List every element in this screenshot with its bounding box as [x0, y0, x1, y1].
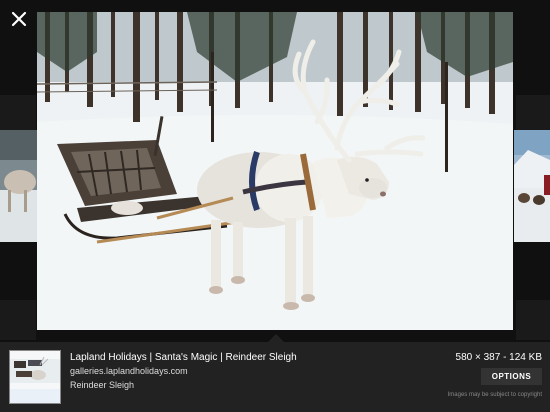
main-image-reindeer-sleigh: [37, 12, 513, 330]
next-image-thumbnail: [514, 130, 550, 242]
copyright-notice: Images may be subject to copyright: [447, 392, 542, 398]
next-image-preview[interactable]: [514, 130, 550, 242]
image-viewer-stage: [0, 0, 550, 342]
image-dimensions: 580 × 387 - 124 KB: [455, 352, 542, 363]
source-url-link[interactable]: galleries.laplandholidays.com: [70, 366, 188, 376]
background-tile: [0, 95, 36, 131]
main-image[interactable]: [37, 12, 513, 330]
image-info-bar: Lapland Holidays | Santa's Magic | Reind…: [0, 342, 550, 412]
thumbnail-reindeer-sleigh: [10, 351, 60, 403]
background-tile: [0, 300, 36, 340]
image-title[interactable]: Lapland Holidays | Santa's Magic | Reind…: [70, 352, 297, 363]
options-button[interactable]: OPTIONS: [481, 368, 542, 385]
close-button[interactable]: [8, 8, 30, 30]
previous-image-thumbnail: [0, 130, 38, 242]
background-tile: [516, 95, 550, 131]
image-description: Reindeer Sleigh: [70, 380, 135, 390]
background-tile: [516, 300, 550, 340]
close-icon: [11, 11, 27, 27]
image-thumbnail[interactable]: [9, 350, 61, 404]
previous-image-preview[interactable]: [0, 130, 38, 242]
info-panel-pointer: [268, 334, 284, 342]
